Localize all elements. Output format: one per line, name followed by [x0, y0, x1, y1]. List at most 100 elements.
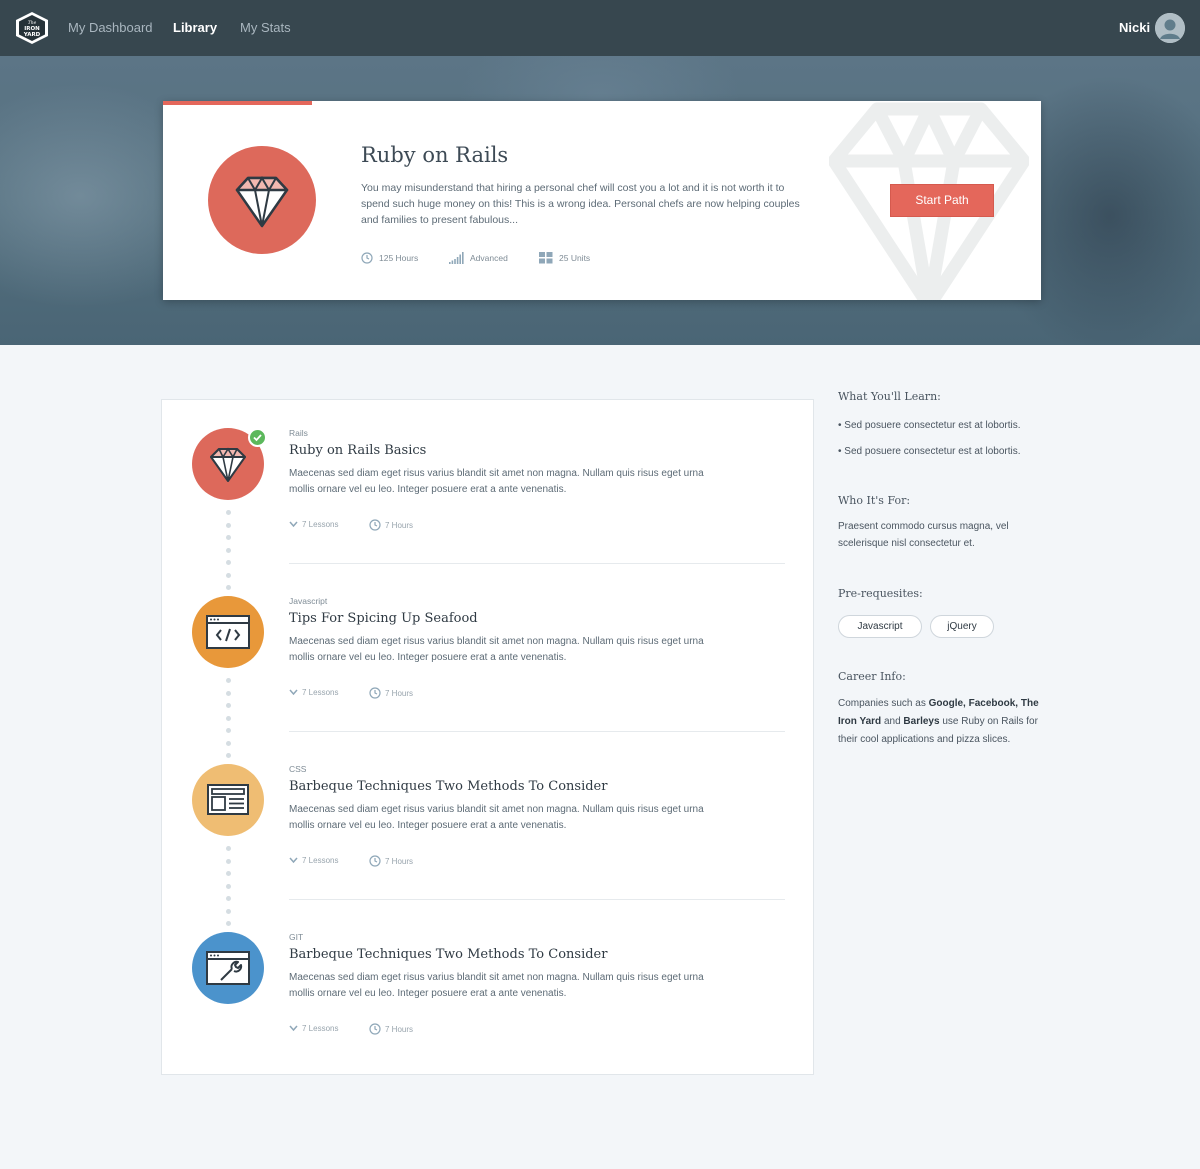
signal-bars-icon	[449, 252, 464, 264]
course-category: CSS	[289, 764, 307, 774]
course-hours: 7 Hours	[369, 1023, 413, 1035]
nav-my-dashboard[interactable]: My Dashboard	[68, 20, 153, 35]
start-path-button[interactable]: Start Path	[890, 184, 994, 217]
course-lessons[interactable]: 7 Lessons	[289, 688, 338, 697]
timeline-dot	[226, 896, 231, 901]
career-text: Companies such as Google, Facebook, The …	[838, 695, 1043, 749]
path-units-label: 25 Units	[559, 253, 591, 263]
course-lessons[interactable]: 7 Lessons	[289, 520, 338, 529]
course-lessons[interactable]: 7 Lessons	[289, 856, 338, 865]
course-lessons-label: 7 Lessons	[302, 520, 339, 529]
timeline-dot	[226, 585, 231, 590]
top-nav: The IRON YARD My Dashboard Library My St…	[0, 0, 1200, 56]
timeline-dot	[226, 678, 231, 683]
timeline-dot	[226, 753, 231, 758]
path-hours: 125 Hours	[361, 252, 418, 264]
path-hours-label: 125 Hours	[379, 253, 419, 263]
timeline-dot	[226, 858, 231, 864]
course-title[interactable]: Barbeque Techniques Two Methods To Consi…	[289, 779, 607, 794]
learn-item: • Sed posuere consectetur est at loborti…	[838, 446, 1021, 457]
completed-check-icon	[248, 428, 267, 447]
timeline-dot	[226, 535, 231, 540]
chevron-down-icon	[289, 521, 298, 528]
timeline-dot	[226, 871, 231, 876]
path-card: Ruby on Rails You may misunderstand that…	[163, 101, 1041, 300]
prereq-pill-javascript[interactable]: Javascript	[838, 615, 922, 638]
career-text-and: and	[881, 716, 904, 727]
course-hours-label: 7 Hours	[385, 520, 414, 530]
timeline-dot	[226, 921, 231, 926]
who-text: Praesent commodo cursus magna, vel scele…	[838, 521, 1009, 549]
learn-heading: What You'll Learn:	[838, 390, 941, 403]
user-avatar-icon	[1155, 13, 1185, 43]
path-icon	[208, 146, 316, 254]
prereq-pill-jquery[interactable]: jQuery	[930, 615, 994, 638]
nav-library[interactable]: Library	[173, 20, 217, 35]
course-hours: 7 Hours	[369, 687, 413, 699]
course-icon-3	[192, 764, 264, 836]
course-category: Javascript	[289, 596, 328, 606]
path-units: 25 Units	[539, 252, 590, 264]
course-icon-2	[192, 596, 264, 668]
path-progress-bar	[163, 101, 313, 105]
timeline-dot	[226, 690, 231, 696]
course-description: Maecenas sed diam eget risus varius blan…	[289, 636, 704, 663]
timeline-dot	[226, 883, 231, 889]
course-lessons[interactable]: 7 Lessons	[289, 1024, 338, 1033]
path-level: Advanced	[449, 252, 508, 264]
course-description: Maecenas sed diam eget risus varius blan…	[289, 468, 704, 495]
timeline-dot	[226, 846, 231, 851]
clock-icon	[369, 855, 381, 867]
clock-icon	[369, 1023, 381, 1035]
path-description: You may misunderstand that hiring a pers…	[361, 182, 800, 226]
svg-text:YARD: YARD	[23, 32, 41, 38]
course-lessons-label: 7 Lessons	[302, 1024, 339, 1033]
timeline-dot	[226, 740, 231, 746]
diamond-icon	[235, 176, 289, 228]
user-name[interactable]: Nicki	[1119, 20, 1150, 35]
timeline-dot	[226, 510, 231, 515]
divider	[289, 731, 785, 732]
timeline-dot	[226, 522, 231, 528]
avatar[interactable]	[1155, 13, 1185, 43]
course-hours: 7 Hours	[369, 855, 413, 867]
path-title: Ruby on Rails	[361, 143, 509, 167]
course-list: Rails Ruby on Rails Basics Maecenas sed …	[161, 399, 814, 1075]
timeline-dot	[226, 572, 231, 578]
timeline-dot	[226, 547, 231, 553]
nav-my-stats[interactable]: My Stats	[240, 20, 291, 35]
timeline-dot	[226, 703, 231, 708]
course-icon-4	[192, 932, 264, 1004]
path-level-label: Advanced	[470, 253, 508, 263]
course-description: Maecenas sed diam eget risus varius blan…	[289, 972, 704, 999]
timeline-dot	[226, 560, 231, 565]
wrench-window-icon	[206, 951, 250, 985]
chevron-down-icon	[289, 689, 298, 696]
course-title[interactable]: Ruby on Rails Basics	[289, 443, 426, 458]
clock-icon	[369, 519, 381, 531]
iron-yard-logo[interactable]: The IRON YARD	[14, 11, 50, 45]
course-hours-label: 7 Hours	[385, 1024, 414, 1034]
course-hours: 7 Hours	[369, 519, 413, 531]
grid-icon	[539, 252, 553, 264]
divider	[289, 563, 785, 564]
career-heading: Career Info:	[838, 670, 906, 683]
course-hours-label: 7 Hours	[385, 688, 414, 698]
career-text-prefix: Companies such as	[838, 698, 929, 709]
course-title[interactable]: Tips For Spicing Up Seafood	[289, 611, 478, 626]
chevron-down-icon	[289, 857, 298, 864]
course-category: GIT	[289, 932, 304, 942]
clock-icon	[369, 687, 381, 699]
divider	[289, 899, 785, 900]
course-hours-label: 7 Hours	[385, 856, 414, 866]
course-title[interactable]: Barbeque Techniques Two Methods To Consi…	[289, 947, 607, 962]
course-lessons-label: 7 Lessons	[302, 856, 339, 865]
course-description: Maecenas sed diam eget risus varius blan…	[289, 804, 704, 831]
timeline-dot	[226, 728, 231, 733]
course-lessons-label: 7 Lessons	[302, 688, 339, 697]
learn-item: • Sed posuere consectetur est at loborti…	[838, 420, 1021, 431]
timeline-dot	[226, 908, 231, 914]
code-window-icon	[206, 615, 250, 649]
who-heading: Who It's For:	[838, 494, 911, 507]
timeline-dot	[226, 715, 231, 721]
